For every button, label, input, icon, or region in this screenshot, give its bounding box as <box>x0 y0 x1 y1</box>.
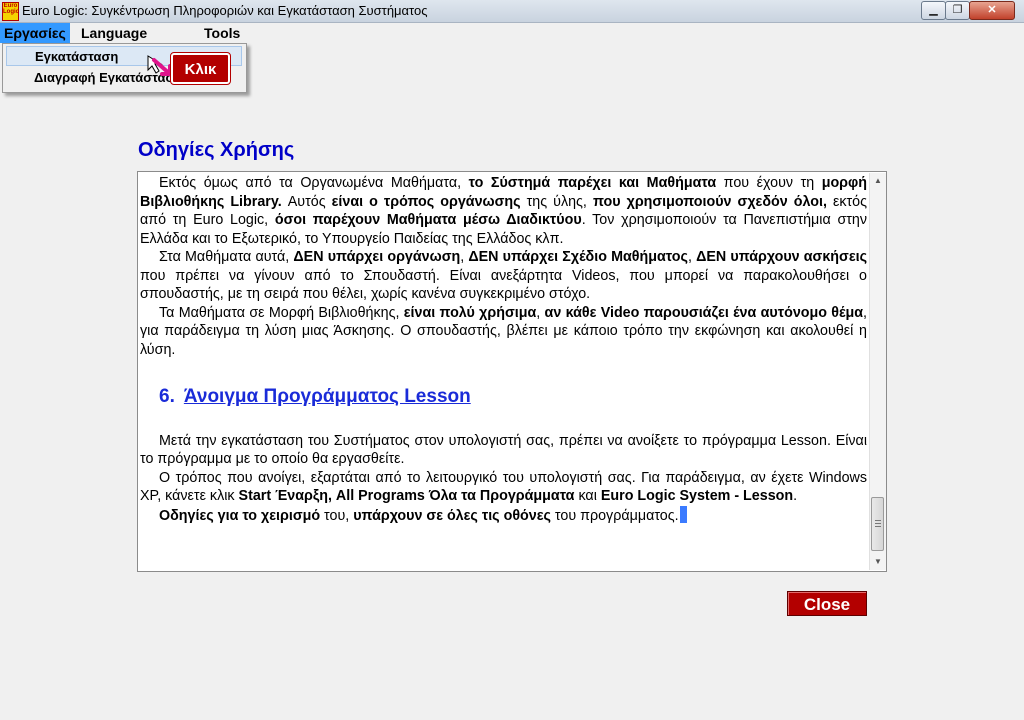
maximize-icon: ❐ <box>952 4 963 16</box>
section-link[interactable]: Άνοιγμα Προγράμματος Lesson <box>184 386 471 407</box>
instructions-textbox[interactable]: Εκτός όμως από τα Οργανωμένα Μαθήματα, τ… <box>137 171 887 572</box>
paragraph-useful: Τα Μαθήματα σε Μορφή Βιβλιοθήκης, είναι … <box>140 304 867 358</box>
click-badge: Κλικ <box>170 52 231 85</box>
close-button[interactable]: Close <box>787 591 867 616</box>
page-title: Οδηγίες Χρήσης <box>138 139 295 161</box>
scroll-down-icon[interactable]: ▼ <box>870 554 886 570</box>
paragraph-open-lesson: Μετά την εγκατάσταση του Συστήματος στον… <box>140 432 867 468</box>
paragraph-instructions: Οδηγίες για το χειρισμό του, υπάρχουν σε… <box>140 505 867 526</box>
title-bar: Euro Logic Euro Logic: Συγκέντρωση Πληρο… <box>0 0 1024 23</box>
scroll-thumb[interactable] <box>871 497 884 551</box>
paragraph-no-organization: Στα Μαθήματα αυτά, ΔΕΝ υπάρχει οργάνωση,… <box>140 249 867 302</box>
section-heading: 6. Άνοιγμα Προγράμματος Lesson <box>159 386 867 407</box>
instructions-content: Εκτός όμως από τα Οργανωμένα Μαθήματα, τ… <box>140 174 867 568</box>
close-icon: ✕ <box>987 4 997 16</box>
paragraph-how-to-open: Ο τρόπος που ανοίγει, εξαρτάται από το λ… <box>140 469 867 505</box>
vertical-scrollbar[interactable]: ▲ ▼ <box>869 173 886 570</box>
window-title: Euro Logic: Συγκέντρωση Πληροφοριών και … <box>22 3 428 18</box>
maximize-button[interactable]: ❐ <box>945 1 970 20</box>
section-number: 6. <box>159 386 175 407</box>
menu-tools[interactable]: Tools <box>200 23 244 43</box>
menu-language[interactable]: Language <box>77 23 151 43</box>
scroll-up-icon[interactable]: ▲ <box>870 173 886 189</box>
text-cursor <box>679 505 687 523</box>
menu-bar: Εργασίες Language Tools <box>0 23 1024 43</box>
minimize-button[interactable]: ▁ <box>921 1 946 20</box>
minimize-icon: ▁ <box>929 4 938 16</box>
window-close-button[interactable]: ✕ <box>969 1 1015 20</box>
menu-ergasies[interactable]: Εργασίες <box>0 23 70 43</box>
app-icon[interactable]: Euro Logic <box>2 2 19 21</box>
paragraph-library: Εκτός όμως από τα Οργανωμένα Μαθήματα, τ… <box>140 175 867 247</box>
